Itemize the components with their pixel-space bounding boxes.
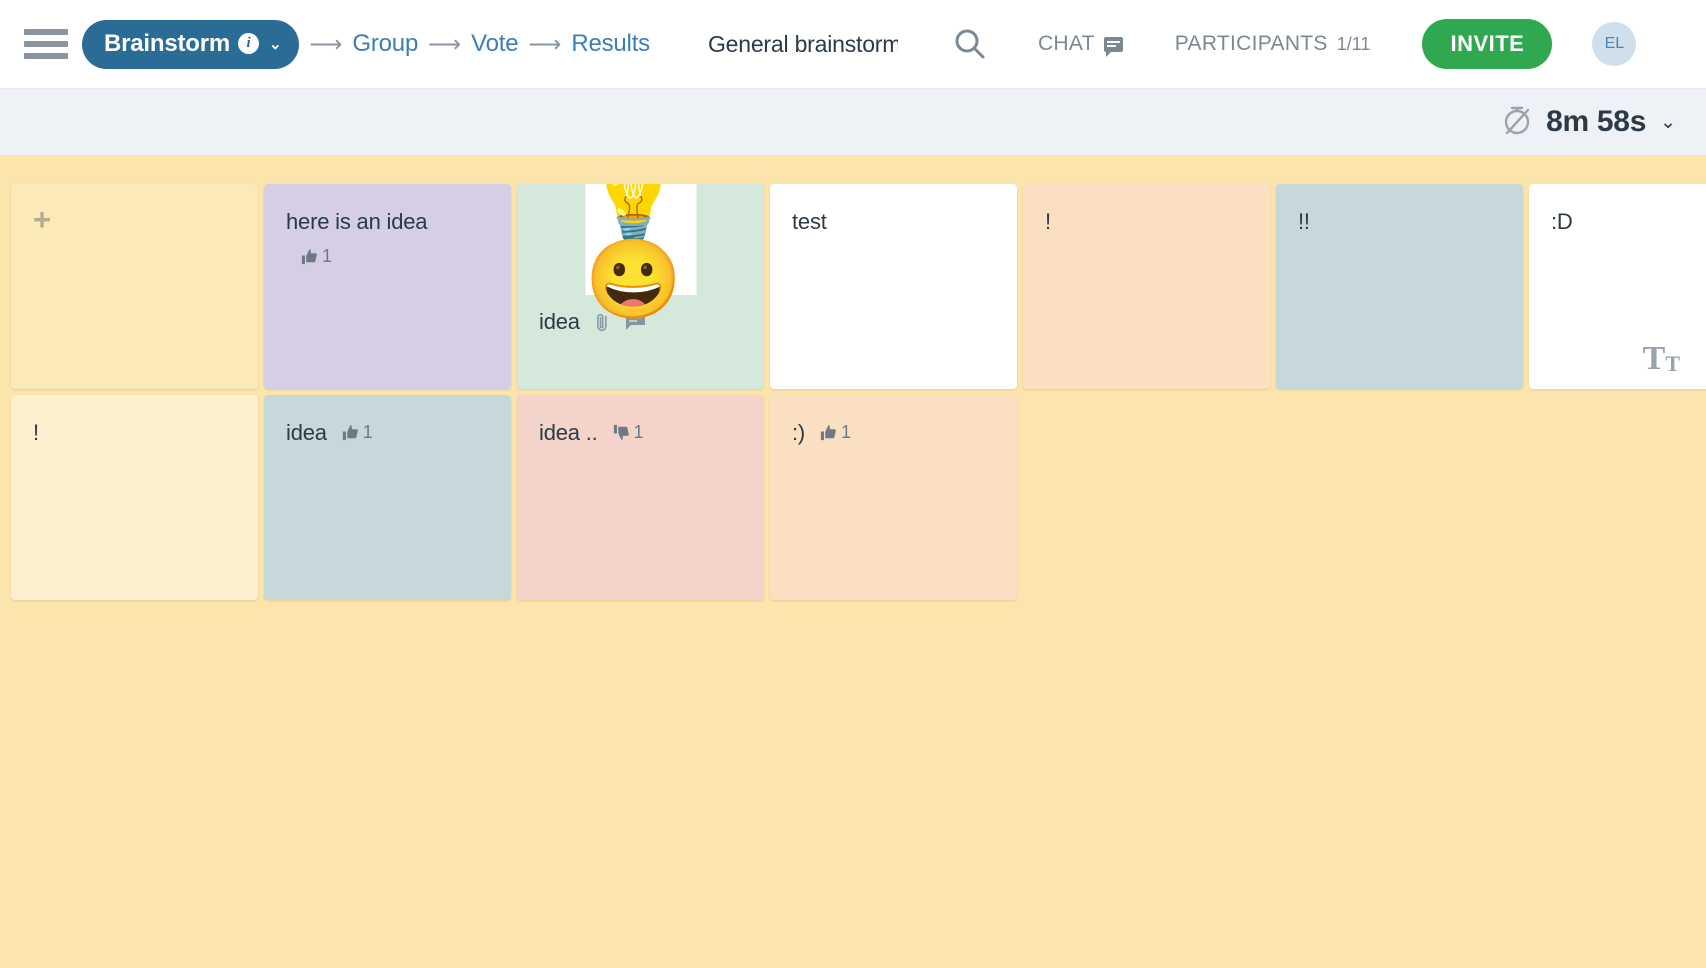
idea-card-text: idea .. bbox=[539, 420, 598, 445]
chevron-down-icon[interactable]: ⌄ bbox=[269, 35, 282, 53]
vote-up-badge[interactable]: 1 bbox=[819, 422, 851, 443]
vote-count: 1 bbox=[322, 245, 333, 266]
idea-card-text: here is an idea bbox=[286, 209, 428, 234]
thumbs-up-icon bbox=[301, 248, 317, 264]
thumbs-down-icon bbox=[613, 425, 629, 441]
idea-card[interactable]: !! bbox=[1276, 184, 1523, 389]
timer-bar: 8m 58s ⌄ bbox=[0, 89, 1706, 155]
idea-card-body: idea .. 1 bbox=[539, 419, 742, 447]
idea-card-text: !! bbox=[1298, 209, 1310, 234]
search-icon[interactable] bbox=[952, 27, 986, 61]
breadcrumb: ⟶ Group ⟶ Vote ⟶ Results bbox=[307, 30, 650, 58]
idea-card[interactable]: here is an idea 1 bbox=[264, 184, 511, 389]
idea-card-body: :) 1 bbox=[792, 419, 995, 447]
stopwatch-off-icon bbox=[1500, 103, 1534, 142]
chat-label: CHAT bbox=[1037, 32, 1095, 55]
vote-up-badge[interactable]: 1 bbox=[341, 422, 373, 443]
hamburger-bar bbox=[24, 29, 68, 35]
idea-card-text: idea bbox=[539, 309, 580, 334]
board-title[interactable]: General brainstorming bbox=[708, 31, 898, 58]
thumbs-up-icon bbox=[820, 425, 836, 441]
arrow-icon: ⟶ bbox=[528, 30, 562, 57]
idea-card[interactable]: ! bbox=[11, 395, 258, 600]
vote-count: 1 bbox=[362, 422, 373, 443]
idea-card[interactable]: test bbox=[770, 184, 1017, 389]
hamburger-icon[interactable] bbox=[24, 29, 68, 59]
idea-card[interactable]: idea 1 bbox=[264, 395, 511, 600]
timer-control[interactable]: 8m 58s ⌄ bbox=[1500, 103, 1676, 142]
text-size-big-letter: T bbox=[1642, 340, 1666, 377]
idea-card[interactable]: idea .. 1 bbox=[517, 395, 764, 600]
chevron-down-icon[interactable]: ⌄ bbox=[1660, 111, 1676, 134]
idea-card[interactable]: ! bbox=[1023, 184, 1270, 389]
card-grid: + here is an idea 1 💡😀 idea test ! !!:D… bbox=[11, 184, 1706, 600]
chat-button[interactable]: CHAT bbox=[1037, 32, 1123, 57]
arrow-icon: ⟶ bbox=[428, 30, 462, 57]
info-icon[interactable]: i bbox=[238, 33, 260, 54]
timer-value: 8m 58s bbox=[1546, 105, 1647, 138]
chat-bubble-icon bbox=[1103, 36, 1123, 57]
idea-card-text: ! bbox=[1045, 209, 1051, 234]
idea-card-meta: 1 bbox=[286, 246, 489, 271]
phase-link-group[interactable]: Group bbox=[352, 30, 418, 58]
phase-selector-brainstorm[interactable]: Brainstorm i ⌄ bbox=[82, 19, 300, 69]
hamburger-bar bbox=[24, 41, 68, 47]
idea-card-text: :) bbox=[792, 420, 806, 445]
idea-card[interactable]: :) 1 bbox=[770, 395, 1017, 600]
text-size-icon[interactable]: T T bbox=[1642, 340, 1680, 377]
vote-down-badge[interactable]: 1 bbox=[612, 422, 644, 443]
participants-count: 1/11 bbox=[1336, 34, 1371, 54]
plus-icon: + bbox=[33, 202, 52, 237]
invite-button[interactable]: INVITE bbox=[1422, 19, 1553, 69]
text-size-small-letter: T bbox=[1665, 350, 1680, 376]
idea-card-text: test bbox=[792, 209, 827, 234]
idea-card-body: idea 1 bbox=[286, 419, 489, 447]
thumbs-up-icon bbox=[342, 425, 358, 441]
idea-card-text: idea bbox=[286, 420, 327, 445]
idea-card-image[interactable]: 💡😀 bbox=[585, 184, 696, 318]
idea-card-text: ! bbox=[33, 420, 39, 445]
arrow-icon: ⟶ bbox=[309, 30, 343, 57]
participants-label: PARTICIPANTS bbox=[1174, 32, 1328, 55]
vote-up-badge[interactable]: 1 bbox=[300, 246, 332, 267]
participants-button[interactable]: PARTICIPANTS 1/11 bbox=[1175, 32, 1371, 56]
idea-card[interactable]: 💡😀 idea bbox=[517, 184, 764, 389]
phase-label: Brainstorm bbox=[104, 29, 231, 57]
phase-link-results[interactable]: Results bbox=[571, 30, 650, 58]
vote-count: 1 bbox=[841, 422, 852, 443]
app-header: Brainstorm i ⌄ ⟶ Group ⟶ Vote ⟶ Results … bbox=[0, 0, 1706, 89]
idea-card-text: :D bbox=[1551, 209, 1573, 234]
idea-board: T T + here is an idea 1 💡😀 idea test ! !… bbox=[0, 155, 1706, 968]
hamburger-bar bbox=[24, 53, 68, 59]
phase-link-vote[interactable]: Vote bbox=[471, 30, 518, 58]
vote-count: 1 bbox=[633, 422, 644, 443]
avatar[interactable]: EL bbox=[1592, 22, 1637, 66]
add-idea-card[interactable]: + bbox=[11, 184, 258, 389]
